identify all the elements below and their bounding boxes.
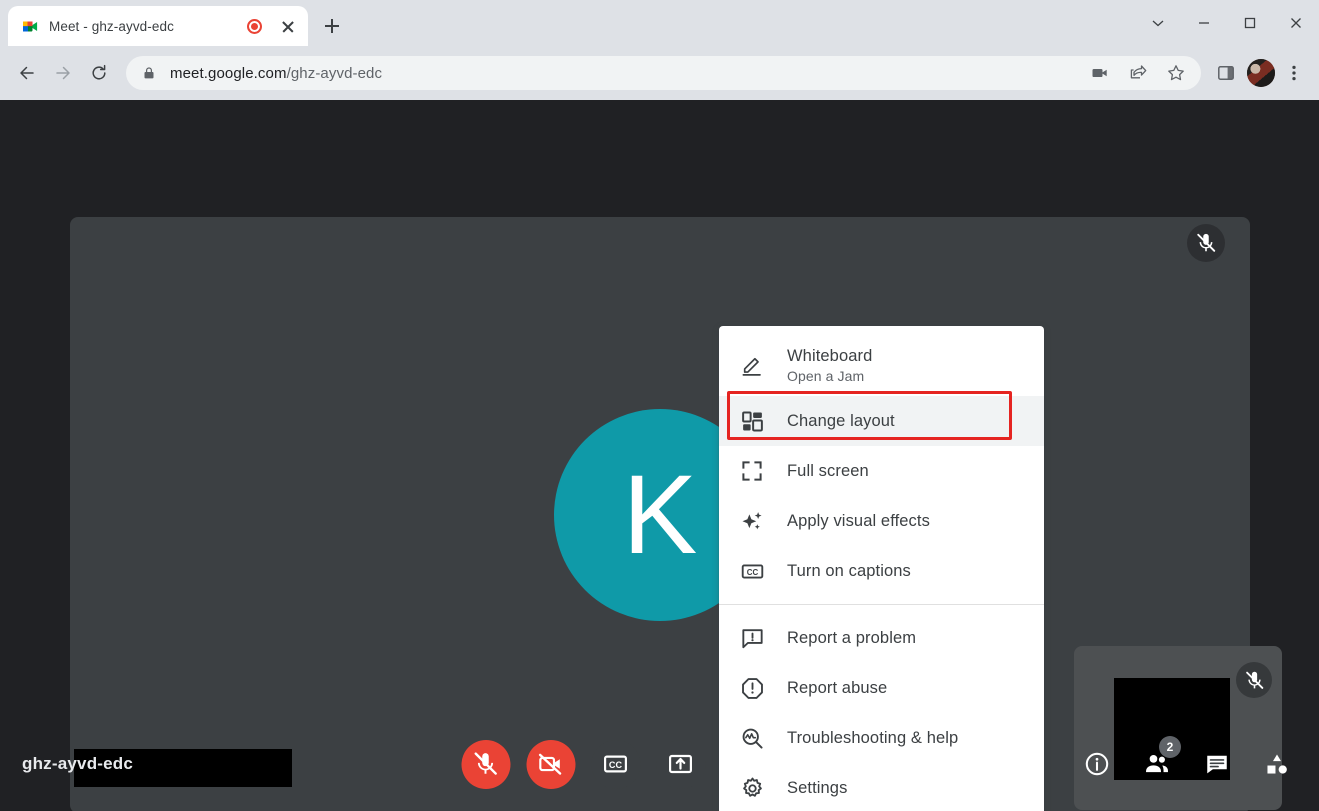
menu-item-label: Change layout [787, 411, 895, 432]
omnibox-actions [1083, 56, 1193, 90]
sparkle-icon [739, 508, 765, 534]
meet-bottom-bar: ghz-ayvd-edc CC [0, 715, 1319, 811]
menu-item-report-abuse[interactable]: Report abuse [719, 663, 1044, 713]
video-camera-icon[interactable] [1083, 56, 1117, 90]
close-tab-icon[interactable] [278, 16, 298, 36]
menu-item-troubleshooting-help[interactable]: Troubleshooting & help [719, 713, 1044, 763]
tab-title: Meet - ghz-ayvd-edc [49, 19, 237, 34]
participant-count-badge: 2 [1159, 736, 1181, 758]
meeting-code-label: ghz-ayvd-edc [22, 754, 133, 774]
menu-item-label: Whiteboard [787, 346, 872, 367]
feedback-icon [739, 625, 765, 651]
present-now-button[interactable] [656, 740, 705, 789]
menu-item-apply-visual-effects-text: Apply visual effects [787, 511, 930, 532]
menu-item-label: Report abuse [787, 678, 887, 699]
menu-item-full-screen[interactable]: Full screen [719, 446, 1044, 496]
menu-item-troubleshooting-help-text: Troubleshooting & help [787, 728, 958, 749]
menu-item-settings[interactable]: Settings [719, 763, 1044, 811]
tab-strip: Meet - ghz-ayvd-edc [0, 0, 1319, 46]
menu-item-label: Full screen [787, 461, 869, 482]
gear-icon [739, 775, 765, 801]
menu-item-label: Turn on captions [787, 561, 911, 582]
maximize-icon[interactable] [1227, 3, 1273, 43]
activities-button[interactable] [1255, 742, 1299, 786]
menu-item-label: Troubleshooting & help [787, 728, 958, 749]
close-window-icon[interactable] [1273, 3, 1319, 43]
menu-item-whiteboard-text: Whiteboard Open a Jam [787, 346, 872, 384]
omnibox[interactable]: meet.google.com/ghz-ayvd-edc [126, 56, 1201, 90]
report-abuse-icon [739, 675, 765, 701]
minimize-icon[interactable] [1181, 3, 1227, 43]
captions-toggle-button[interactable]: CC [591, 740, 640, 789]
camera-toggle-button[interactable] [526, 740, 575, 789]
back-arrow-icon[interactable] [10, 56, 44, 90]
cc-icon: CC [739, 558, 765, 584]
browser-toolbar: meet.google.com/ghz-ayvd-edc [0, 46, 1319, 100]
self-tile-mic-off-icon [1236, 662, 1272, 698]
browser-chrome: Meet - ghz-ayvd-edc [0, 0, 1319, 100]
profile-avatar[interactable] [1247, 59, 1275, 87]
menu-item-settings-text: Settings [787, 778, 847, 799]
lock-icon [142, 66, 156, 80]
layout-grid-icon [739, 408, 765, 434]
menu-item-apply-visual-effects[interactable]: Apply visual effects [719, 496, 1044, 546]
menu-item-label: Apply visual effects [787, 511, 930, 532]
fullscreen-icon [739, 458, 765, 484]
chevron-down-icon[interactable] [1135, 3, 1181, 43]
window-controls [1135, 0, 1319, 46]
recording-dot-icon [247, 19, 262, 34]
bookmark-star-icon[interactable] [1159, 56, 1193, 90]
menu-item-change-layout[interactable]: Change layout [719, 396, 1044, 446]
google-meet-favicon-icon [22, 18, 39, 35]
microphone-toggle-button[interactable] [461, 740, 510, 789]
menu-item-turn-on-captions-text: Turn on captions [787, 561, 911, 582]
omnibox-url: meet.google.com/ghz-ayvd-edc [170, 65, 382, 82]
browser-tab[interactable]: Meet - ghz-ayvd-edc [8, 6, 308, 46]
menu-item-sublabel: Open a Jam [787, 368, 872, 384]
show-everyone-button[interactable]: 2 [1135, 742, 1179, 786]
main-tile-mic-off-icon [1187, 224, 1225, 262]
menu-item-label: Settings [787, 778, 847, 799]
svg-text:CC: CC [746, 568, 758, 577]
svg-text:CC: CC [609, 760, 623, 770]
side-panel-icon[interactable] [1209, 56, 1243, 90]
meeting-details-button[interactable] [1075, 742, 1119, 786]
menu-divider [719, 604, 1044, 605]
more-options-context-menu: Whiteboard Open a Jam Change layout [719, 326, 1044, 811]
menu-item-whiteboard[interactable]: Whiteboard Open a Jam [719, 334, 1044, 396]
menu-item-report-a-problem[interactable]: Report a problem [719, 613, 1044, 663]
reload-icon[interactable] [82, 56, 116, 90]
menu-item-change-layout-text: Change layout [787, 411, 895, 432]
menu-item-report-a-problem-text: Report a problem [787, 628, 916, 649]
meet-right-controls: 2 [1075, 742, 1299, 786]
menu-item-full-screen-text: Full screen [787, 461, 869, 482]
pen-icon [739, 352, 765, 378]
troubleshoot-icon [739, 725, 765, 751]
avatar-initial: K [623, 459, 698, 571]
menu-item-turn-on-captions[interactable]: CC Turn on captions [719, 546, 1044, 596]
forward-arrow-icon[interactable] [46, 56, 80, 90]
menu-item-label: Report a problem [787, 628, 916, 649]
new-tab-button[interactable] [318, 12, 346, 40]
chrome-menu-icon[interactable] [1277, 56, 1311, 90]
chat-button[interactable] [1195, 742, 1239, 786]
menu-item-report-abuse-text: Report abuse [787, 678, 887, 699]
meet-app: K ghz-ayvd-edc [0, 100, 1319, 811]
share-icon[interactable] [1121, 56, 1155, 90]
